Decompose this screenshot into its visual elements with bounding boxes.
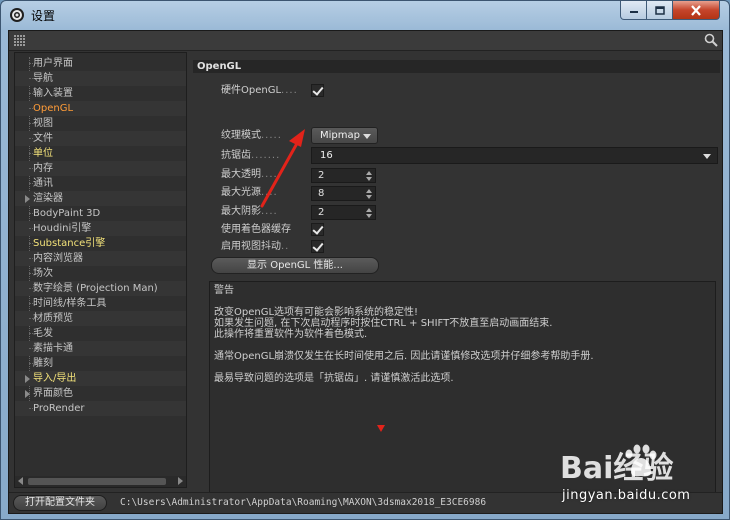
minimize-icon — [629, 11, 638, 13]
maximize-button[interactable] — [646, 1, 673, 20]
warning-line: 通常OpenGL崩溃仅发生在长时间使用之后. 因此请谨慎修改选项并仔细参考帮助手… — [214, 351, 594, 362]
tree-horizontal-scrollbar[interactable] — [15, 476, 186, 487]
sidebar-item-files[interactable]: 文件 — [15, 131, 186, 146]
settings-category-tree: 用户界面 导航 输入装置 OpenGL 视图 文件 单位 内存 通讯 渲染器 B… — [14, 52, 187, 488]
sidebar-item-timeline[interactable]: 时间线/样条工具 — [15, 296, 186, 311]
watermark-brand-text: Bai经验 — [560, 451, 673, 486]
expand-arrow-icon[interactable] — [25, 390, 30, 398]
spin-up-icon[interactable] — [366, 189, 372, 193]
hardware-opengl-label: 硬件OpenGL.... — [221, 85, 298, 96]
sidebar-item-prorender[interactable]: ProRender — [15, 401, 186, 416]
antialias-label: 抗锯齿....... — [221, 150, 281, 161]
spin-down-icon[interactable] — [366, 214, 372, 218]
sidebar-item-input-devices[interactable]: 输入装置 — [15, 86, 186, 101]
sidebar-item-navigation[interactable]: 导航 — [15, 71, 186, 86]
hardware-opengl-checkbox[interactable] — [311, 84, 324, 97]
max-shadows-label: 最大阴影.... — [221, 206, 278, 217]
red-cursor-marker — [377, 425, 385, 432]
open-config-folder-button[interactable]: 打开配置文件夹 — [13, 495, 107, 511]
search-icon[interactable] — [704, 33, 718, 47]
sidebar-item-takes[interactable]: 场次 — [15, 266, 186, 281]
sidebar-item-hair[interactable]: 毛发 — [15, 326, 186, 341]
sidebar-item-user-interface[interactable]: 用户界面 — [15, 56, 186, 71]
viewport-jitter-label: 启用视图抖动.. — [221, 241, 290, 252]
max-shadows-field[interactable]: 2 — [311, 205, 376, 220]
warning-line: 如果发生问题, 在下次启动程序时按住CTRL + SHIFT不放直至启动画面结束… — [214, 318, 553, 329]
sidebar-item-substance[interactable]: Substance引擎 — [15, 236, 186, 251]
sidebar-item-opengl[interactable]: OpenGL — [15, 101, 186, 116]
antialias-dropdown[interactable]: 16 — [311, 147, 718, 164]
close-icon — [691, 4, 701, 16]
scroll-right-icon[interactable] — [178, 477, 183, 485]
max-transparency-label: 最大透明.... — [221, 169, 278, 180]
sidebar-item-houdini[interactable]: Houdini引擎 — [15, 221, 186, 236]
scroll-left-icon[interactable] — [18, 477, 23, 485]
max-transparency-field[interactable]: 2 — [311, 168, 376, 183]
sidebar-item-renderer[interactable]: 渲染器 — [15, 191, 186, 206]
sidebar-item-material-preview[interactable]: 材质预览 — [15, 311, 186, 326]
max-lights-label: 最大光源.... — [221, 187, 278, 198]
sidebar-item-content-browser[interactable]: 内容浏览器 — [15, 251, 186, 266]
sidebar-item-units[interactable]: 单位 — [15, 146, 186, 161]
config-path: C:\Users\Administrator\AppData\Roaming\M… — [120, 497, 487, 508]
sidebar-item-communication[interactable]: 通讯 — [15, 176, 186, 191]
maximize-icon — [654, 5, 665, 15]
sidebar-item-memory[interactable]: 内存 — [15, 161, 186, 176]
expand-arrow-icon[interactable] — [25, 375, 30, 383]
texture-mode-dropdown[interactable]: Mipmap — [311, 127, 378, 144]
close-button[interactable] — [672, 1, 720, 20]
opengl-settings-panel: OpenGL 硬件OpenGL.... 纹理模式..... Mipmap 抗锯齿… — [193, 52, 721, 514]
spin-up-icon[interactable] — [366, 171, 372, 175]
chevron-down-icon — [703, 154, 711, 159]
sidebar-item-import-export[interactable]: 导入/导出 — [15, 371, 186, 386]
title-bar[interactable]: 设置 — [1, 1, 729, 29]
toolbar — [9, 31, 722, 51]
warning-line: 改变OpenGL选项有可能会影响系统的稳定性! — [214, 307, 419, 318]
warning-line: 此操作将重置软件为软件着色模式. — [214, 329, 368, 340]
texture-mode-label: 纹理模式..... — [221, 130, 282, 141]
viewport-jitter-checkbox[interactable] — [311, 240, 324, 253]
sidebar-item-viewport[interactable]: 视图 — [15, 116, 186, 131]
warning-title: 警告 — [214, 285, 234, 296]
sidebar-item-bodypaint[interactable]: BodyPaint 3D — [15, 206, 186, 221]
spin-down-icon[interactable] — [366, 195, 372, 199]
shader-cache-checkbox[interactable] — [311, 223, 324, 236]
max-lights-field[interactable]: 8 — [311, 186, 376, 201]
scrollbar-thumb[interactable] — [28, 478, 166, 485]
window-title: 设置 — [31, 9, 56, 23]
warning-line: 最易导致问题的选项是「抗锯齿」. 请谨慎激活此选项. — [214, 373, 454, 384]
show-opengl-capabilities-button[interactable]: 显示 OpenGL 性能... — [211, 257, 379, 274]
spin-up-icon[interactable] — [366, 208, 372, 212]
sidebar-item-sculpting[interactable]: 雕刻 — [15, 356, 186, 371]
watermark-url: jingyan.baidu.com — [562, 488, 691, 503]
minimize-button[interactable] — [620, 1, 647, 20]
shader-cache-label: 使用着色器缓存 — [221, 224, 291, 235]
section-title: OpenGL — [193, 60, 720, 73]
sidebar-item-projection-man[interactable]: 数字绘景 (Projection Man) — [15, 281, 186, 296]
sidebar-item-interface-colors[interactable]: 界面颜色 — [15, 386, 186, 401]
chevron-down-icon — [363, 134, 371, 139]
expand-arrow-icon[interactable] — [25, 195, 30, 203]
app-icon — [10, 8, 24, 22]
grip-icon[interactable] — [14, 35, 26, 47]
spin-down-icon[interactable] — [366, 177, 372, 181]
sidebar-item-sketch-toon[interactable]: 素描卡通 — [15, 341, 186, 356]
